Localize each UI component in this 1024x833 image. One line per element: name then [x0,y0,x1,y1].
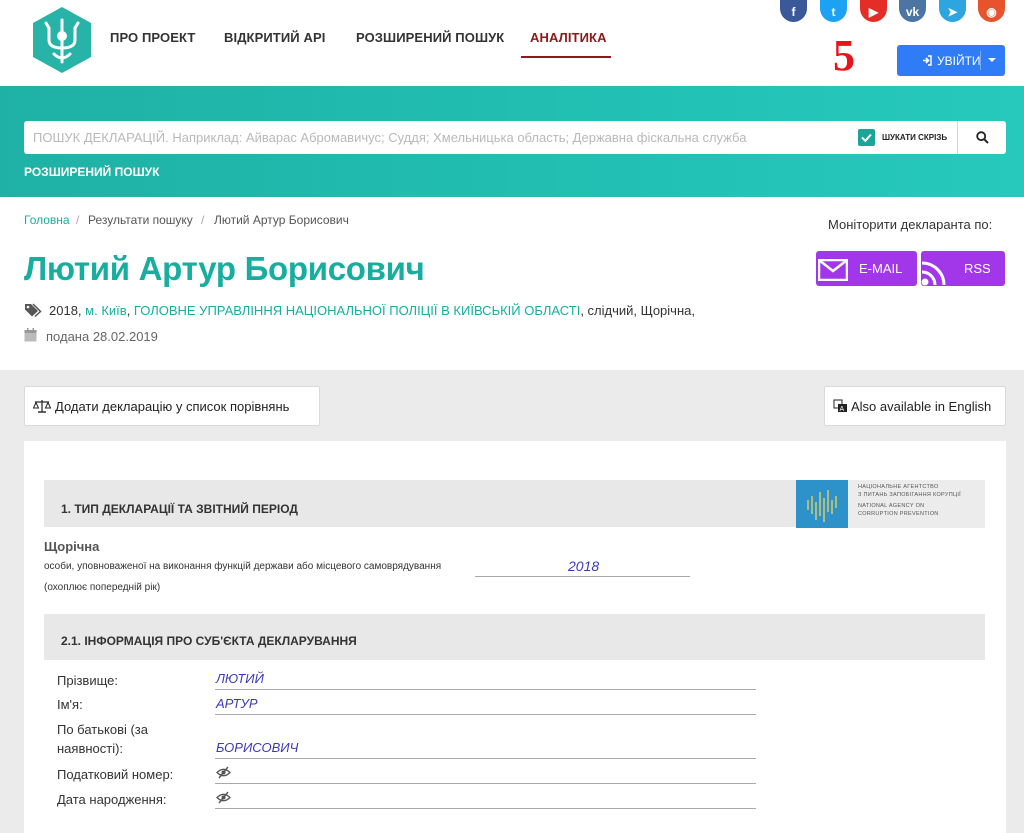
nacp-logo [796,480,848,528]
nacp-line-1: НАЦІОНАЛЬНЕ АГЕНТСТВО [858,484,939,490]
birth-date-label: Дата народження: [57,792,167,807]
rss-feed-icon [921,261,946,286]
meta-organization-link[interactable]: ГОЛОВНЕ УПРАВЛІННЯ НАЦІОНАЛЬНОЇ ПОЛІЦІЇ … [134,303,580,318]
page-title: Лютий Артур Борисович [24,250,425,287]
nav-analytics[interactable]: АНАЛІТИКА [530,30,607,45]
surname-value: ЛЮТИЙ [216,671,264,686]
add-to-compare-label: Додати декларацію у список порівнянь [55,398,290,414]
section-2-header: 2.1. ІНФОРМАЦІЯ ПРО СУБ'ЄКТА ДЕКЛАРУВАНН… [44,614,985,660]
breadcrumb-current: Лютий Артур Борисович [214,213,349,227]
patronymic-label-1: По батькові (за [57,722,148,737]
nacp-caption: НАЦІОНАЛЬНЕ АГЕНТСТВО З ПИТАНЬ ЗАПОБІГАН… [858,483,961,518]
section-2-title: 2.1. ІНФОРМАЦІЯ ПРО СУБ'ЄКТА ДЕКЛАРУВАНН… [61,634,357,648]
section-1-title: 1. ТИП ДЕКЛАРАЦІЇ ТА ЗВІТНИЙ ПЕРІОД [61,502,298,516]
svg-text:A: A [840,406,845,413]
declaration-period-note: (охоплює попередній рік) [44,582,161,593]
mail-icon [818,259,848,281]
breadcrumb-home[interactable]: Головна [24,213,70,227]
english-version-button[interactable]: A Also available in English [824,386,1006,426]
underline [215,689,756,690]
rss-label: RSS [964,261,991,276]
meta-year: 2018, [49,303,82,318]
search-icon [975,131,989,144]
nav-about[interactable]: ПРО ПРОЕКТ [110,30,195,45]
underline [215,758,756,759]
declaration-type: Щорічна [44,539,100,554]
nacp-line-4: CORRUPTION PREVENTION [858,511,939,517]
patronymic-value: БОРИСОВИЧ [216,740,299,755]
check-icon [861,133,872,143]
english-version-label: Also available in English [851,398,992,414]
search-everywhere-label[interactable]: ШУКАТИ СКРІЗЬ [882,133,947,142]
underline [215,783,756,784]
overlay-number-badge: 5 [833,31,855,80]
language-icon: A [833,399,847,413]
meta-position: , слідчий, Щорічна, [580,303,695,318]
breadcrumb-results[interactable]: Результати пошуку [88,213,193,227]
login-icon [923,55,932,66]
search-everywhere-checkbox[interactable] [858,129,875,146]
site-logo[interactable] [32,6,92,74]
chevron-down-icon[interactable] [988,58,996,62]
eye-slash-icon[interactable] [216,766,231,779]
advanced-search-link[interactable]: РОЗШИРЕНИЙ ПОШУК [24,165,159,179]
submitted-date: подана 28.02.2019 [46,329,158,344]
declaration-meta: 2018, м. Київ, ГОЛОВНЕ УПРАВЛІННЯ НАЦІОН… [49,303,695,318]
surname-label: Прізвище: [57,673,118,688]
first-name-label: Ім'я: [57,697,83,712]
login-button[interactable]: УВІЙТИ [897,45,1005,76]
declaration-year: 2018 [568,558,600,574]
monitor-rss-button[interactable]: RSS [921,251,1005,286]
underline [215,808,756,809]
meta-city-link[interactable]: м. Київ [85,303,127,318]
breadcrumb-separator: / [201,213,205,227]
patronymic-label-2: наявності): [57,741,124,756]
nacp-line-2: З ПИТАНЬ ЗАПОБІГАННЯ КОРУПЦІЇ [858,492,961,498]
tax-number-label: Податковий номер: [57,767,174,782]
monitor-label: Моніторити декларанта по: [828,217,993,232]
nav-open-api[interactable]: ВІДКРИТИЙ API [224,30,325,45]
nav-active-underline [521,56,611,58]
eye-slash-icon[interactable] [216,791,231,804]
declaration-type-desc: особи, уповноваженої на виконання функці… [44,561,442,572]
underline [475,576,690,577]
scales-icon [33,400,51,413]
search-placeholder: ПОШУК ДЕКЛАРАЦІЙ. Наприклад: Айварас Абр… [33,130,747,145]
underline [215,714,756,715]
add-to-compare-button[interactable]: Додати декларацію у список порівнянь [24,386,320,426]
breadcrumb-separator: / [76,213,80,227]
login-label: УВІЙТИ [937,53,981,68]
email-label: E-MAIL [859,261,903,276]
nacp-line-3: NATIONAL AGENCY ON [858,503,925,509]
calendar-icon [24,328,37,342]
nav-advanced-search[interactable]: РОЗШИРЕНИЙ ПОШУК [356,30,504,45]
first-name-value: АРТУР [216,696,258,711]
monitor-email-button[interactable]: E-MAIL [816,251,917,286]
tags-icon [25,303,42,317]
search-button[interactable] [958,121,1006,154]
